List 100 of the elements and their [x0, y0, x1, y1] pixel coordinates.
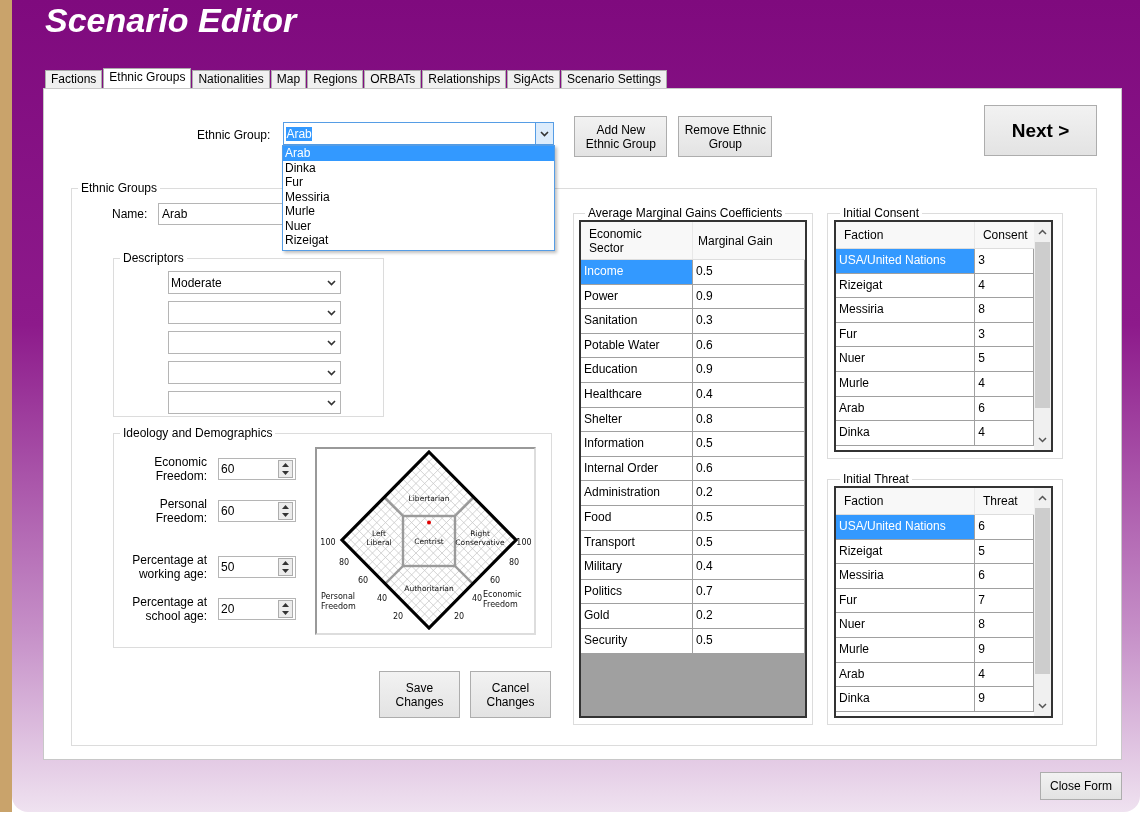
table-cell[interactable]: Gold [581, 604, 693, 629]
column-header[interactable]: Marginal Gain [693, 222, 802, 259]
field-label: Ethnic Group: [197, 128, 271, 142]
table-cell[interactable]: 0.5 [693, 628, 805, 654]
button[interactable]: Add New Ethnic Group [574, 116, 668, 157]
table-cell[interactable]: Dinka [836, 687, 976, 712]
chevron-down-icon [327, 369, 336, 376]
table-cell[interactable]: Food [581, 505, 693, 531]
tab[interactable]: Relationships [422, 70, 507, 88]
combo-box[interactable] [168, 331, 341, 354]
up-arrow-icon [282, 505, 289, 509]
down-arrow-icon [282, 569, 289, 573]
field-label: Percentage at working age: [131, 553, 207, 581]
tick-label: 100 [516, 538, 532, 547]
dropdown-item[interactable]: Fur [283, 175, 554, 190]
table-cell[interactable]: 0.2 [693, 481, 805, 506]
table-cell[interactable]: 0.4 [693, 555, 805, 580]
tab[interactable]: Scenario Settings [561, 70, 668, 88]
column-header[interactable]: Faction [836, 222, 975, 248]
column-header[interactable]: Consent [974, 222, 1035, 248]
tab[interactable]: SigActs [507, 70, 560, 88]
table-cell[interactable]: Murle [836, 371, 976, 397]
combo-box[interactable] [168, 361, 341, 384]
table-cell[interactable]: Messiria [836, 298, 976, 323]
group-title: Initial Threat [842, 472, 910, 486]
scrollbar[interactable] [1034, 488, 1051, 716]
table-cell[interactable]: Administration [581, 481, 693, 506]
scrollbar-thumb[interactable] [1035, 242, 1051, 408]
close-button[interactable]: Close Form [1040, 772, 1122, 800]
dropdown-item[interactable]: Dinka [283, 160, 554, 175]
column-header[interactable]: Faction [836, 488, 975, 514]
table-cell[interactable]: 0.5 [693, 260, 805, 285]
table-cell[interactable]: Military [581, 555, 693, 580]
table-cell[interactable]: Information [581, 432, 693, 457]
table-cell[interactable]: Messiria [836, 564, 976, 589]
field-label: Name: [112, 207, 149, 221]
table-cell[interactable]: Security [581, 628, 693, 654]
tick-label: 60 [357, 576, 369, 585]
dropdown-item[interactable]: Rizeigat [283, 233, 554, 248]
table-cell[interactable]: 0.5 [693, 432, 805, 457]
combo-box[interactable]: Moderate [168, 271, 341, 294]
button[interactable]: Cancel Changes [470, 671, 551, 718]
up-arrow-icon [282, 463, 289, 467]
group-title: Ethnic Groups [80, 181, 159, 195]
table-cell[interactable]: Education [581, 358, 693, 383]
table-cell[interactable]: 0.9 [693, 358, 805, 383]
tick-label: 100 [320, 538, 336, 547]
spin-field[interactable]: 60 [218, 500, 296, 522]
group-title: Average Marginal Gains Coefficients [587, 206, 784, 220]
down-arrow-icon [282, 513, 289, 517]
spin-buttons[interactable] [278, 600, 293, 618]
chevron-down-icon [327, 279, 336, 286]
spin-buttons[interactable] [278, 502, 293, 520]
spin-buttons[interactable] [278, 558, 293, 576]
tab[interactable]: Map [270, 70, 307, 88]
table-cell[interactable]: Nuer [836, 347, 976, 372]
button[interactable]: Remove Ethnic Group [678, 116, 773, 157]
tab[interactable]: Regions [307, 70, 364, 88]
column-header[interactable]: Threat [974, 488, 1035, 514]
tab[interactable]: Nationalities [192, 70, 270, 88]
table-cell[interactable]: 0.2 [693, 604, 805, 629]
combo-box[interactable] [168, 391, 341, 414]
chevron-down-icon [327, 309, 336, 316]
window-title: Scenario Editor [45, 0, 299, 41]
axis-title: Personal Freedom [321, 592, 356, 611]
table-cell[interactable]: 0.3 [693, 309, 805, 334]
button[interactable]: Save Changes [379, 671, 460, 718]
position-marker [427, 520, 431, 525]
spin-field[interactable]: 60 [218, 458, 296, 480]
tick-label: 40 [471, 594, 483, 603]
table-cell[interactable]: Murle [836, 637, 976, 663]
spin-field[interactable]: 20 [218, 598, 296, 620]
column-header[interactable]: Economic Sector [581, 222, 693, 259]
field-label: Personal Freedom: [154, 497, 207, 525]
spin-buttons[interactable] [278, 460, 293, 478]
combo-box[interactable] [168, 301, 341, 324]
chevron-down-icon [327, 399, 336, 406]
table-cell[interactable]: 0.5 [693, 505, 805, 531]
scrollbar[interactable] [1034, 222, 1051, 450]
table-cell[interactable]: 0.4 [693, 382, 805, 408]
tick-label: 80 [508, 558, 520, 567]
tab[interactable]: ORBATs [364, 70, 422, 88]
tab[interactable]: Ethnic Groups [103, 68, 192, 88]
down-arrow-icon [282, 471, 289, 475]
table-cell[interactable]: Dinka [836, 421, 976, 446]
tick-label: 40 [376, 594, 388, 603]
chevron-down-icon [327, 339, 336, 346]
next-button[interactable]: Next > [984, 105, 1097, 156]
scrollbar-thumb[interactable] [1035, 508, 1051, 674]
table-cell[interactable]: Healthcare [581, 382, 693, 408]
dropdown-item[interactable]: Messiria [283, 189, 554, 204]
tab[interactable]: Factions [45, 70, 103, 88]
table-cell[interactable]: Sanitation [581, 309, 693, 334]
up-arrow-icon [282, 603, 289, 607]
group-title: Ideology and Demographics [122, 426, 274, 440]
up-arrow-icon [282, 561, 289, 565]
chevron-down-icon [540, 130, 550, 137]
spin-field[interactable]: 50 [218, 556, 296, 578]
down-arrow-icon [282, 611, 289, 615]
table-cell[interactable]: Nuer [836, 613, 976, 638]
